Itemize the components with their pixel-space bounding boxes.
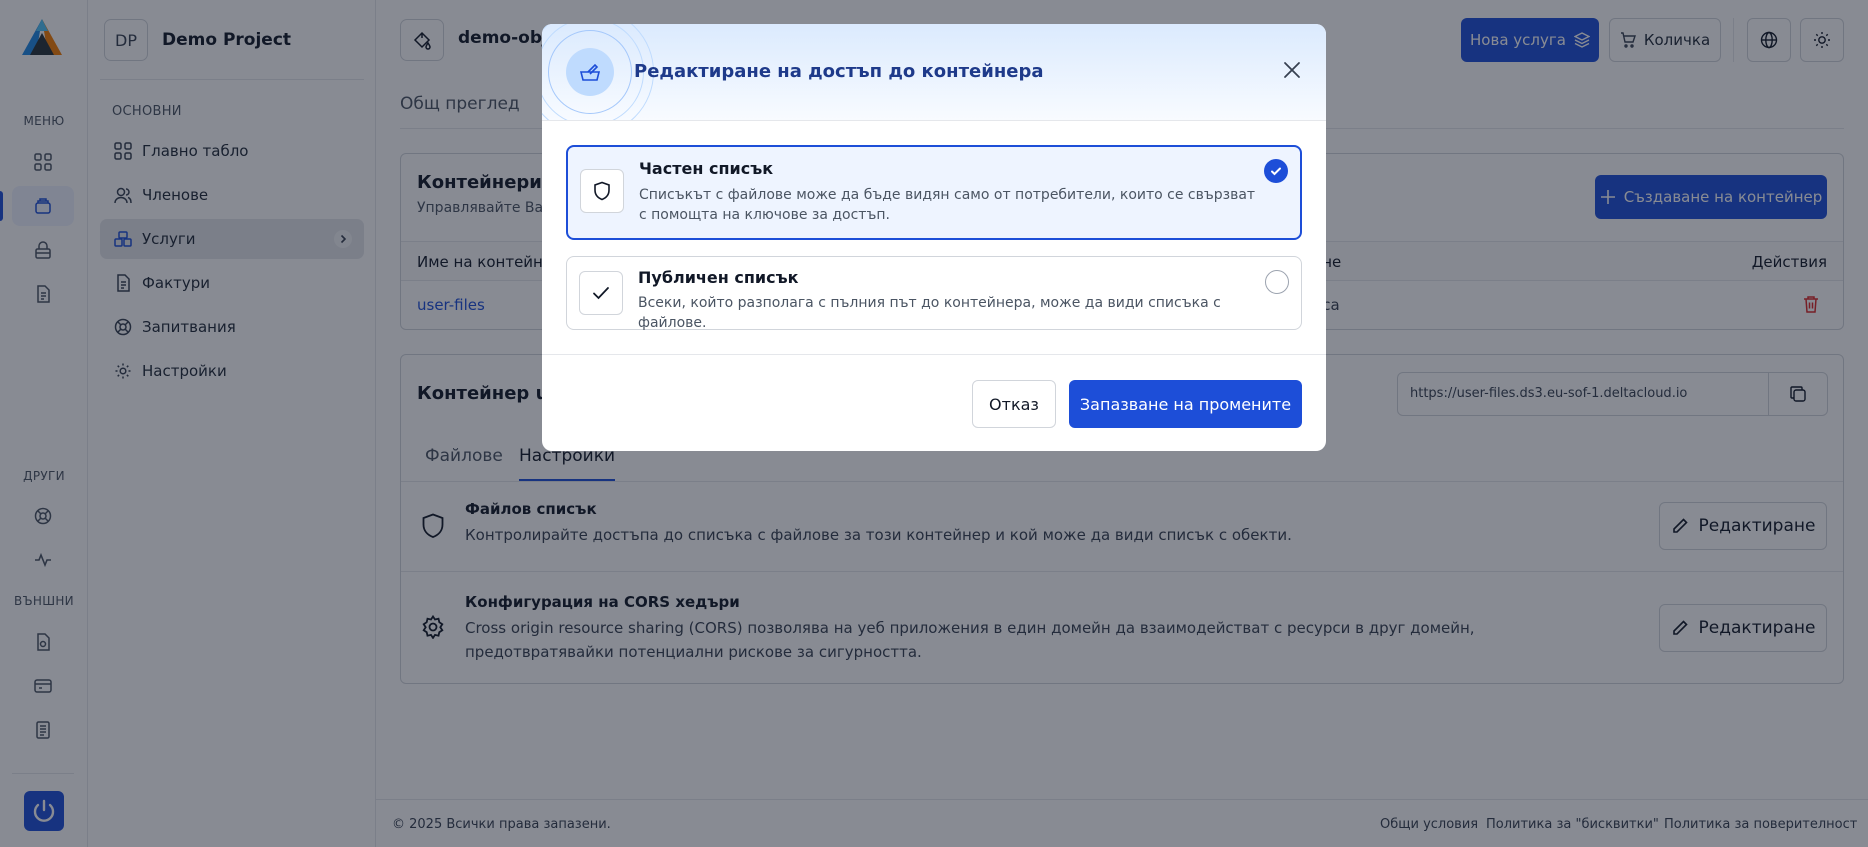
radio-checked-icon[interactable] (1264, 159, 1288, 183)
check-icon (579, 271, 623, 315)
option-public-list[interactable]: Публичен списък Всеки, който разполага с… (566, 256, 1302, 331)
edit-access-modal: Редактиране на достъп до контейнера Част… (542, 24, 1326, 451)
edit-bucket-icon (566, 48, 614, 96)
option-desc: Всеки, който разполага с пълния път до к… (638, 295, 1221, 331)
shield-icon (580, 169, 624, 213)
radio-unchecked-icon[interactable] (1265, 270, 1289, 294)
option-desc: Списъкът с файлове може да бъде видян са… (639, 187, 1256, 223)
modal-title: Редактиране на достъп до контейнера (634, 61, 1044, 82)
modal-footer: Отказ Запазване на промените (542, 354, 1326, 451)
option-title: Публичен списък (638, 268, 799, 287)
close-icon[interactable] (1282, 60, 1302, 80)
option-private-list[interactable]: Частен списък Списъкът с файлове може да… (566, 145, 1302, 240)
modal-header: Редактиране на достъп до контейнера (542, 24, 1326, 121)
option-title: Частен списък (639, 159, 774, 178)
cancel-button[interactable]: Отказ (972, 380, 1056, 428)
save-changes-button[interactable]: Запазване на промените (1069, 380, 1302, 428)
